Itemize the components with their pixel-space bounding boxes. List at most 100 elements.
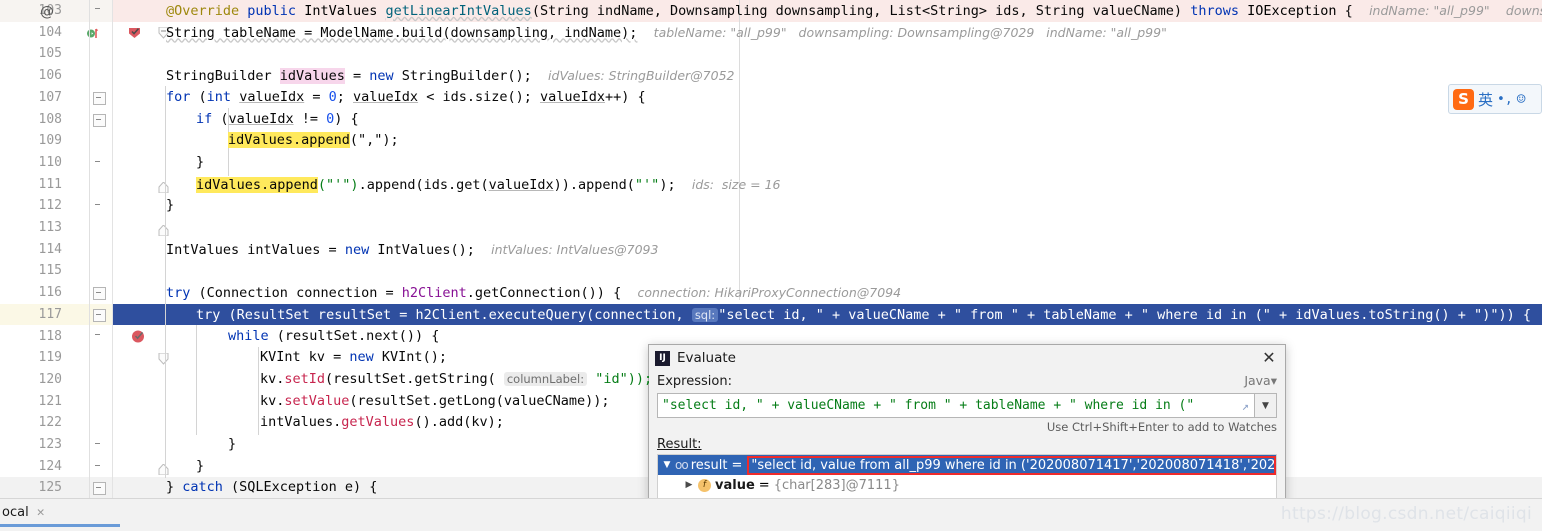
line-number: 116 (38, 285, 62, 301)
run-gutter-icon[interactable] (22, 4, 99, 38)
fold-marker-icon[interactable] (93, 287, 106, 301)
code-line-107[interactable]: 107 for (int valueIdx = 0; valueIdx < id… (0, 87, 1542, 109)
code-line-113[interactable]: 113 (0, 217, 1542, 239)
code-text-123: } (228, 436, 237, 452)
language-label: Java (1244, 373, 1271, 388)
sogou-ime-toolbar[interactable]: S 英 •, ☺ (1448, 84, 1542, 114)
string-object-icon: oo (675, 458, 689, 472)
tree-node-name: result (690, 457, 728, 473)
close-icon[interactable]: ✕ (1260, 349, 1278, 367)
tab-active-underline (0, 524, 120, 527)
fold-marker-icon[interactable] (93, 113, 106, 127)
code-line-109[interactable]: 109 idValues.append(","); (0, 130, 1542, 152)
twisty-collapse-icon[interactable]: ▶ (682, 480, 696, 490)
watch-hint: Use Ctrl+Shift+Enter to add to Watches (1046, 420, 1277, 434)
code-line-115[interactable]: 115 (0, 260, 1542, 282)
expand-editor-icon[interactable]: ↗ (1242, 399, 1249, 413)
expression-input[interactable]: "select id, " + valueCName + " from " + … (657, 393, 1255, 418)
ime-mode-label[interactable]: 英 (1478, 89, 1493, 110)
fold-marker-end-icon[interactable] (93, 461, 169, 497)
code-text-110: } (196, 153, 205, 170)
code-text-118: while (resultSet.next()) { (228, 327, 440, 344)
ime-punctuation-icon[interactable]: •, (1497, 92, 1513, 107)
dialog-body: Expression: Java▾ "select id, " + valueC… (649, 373, 1285, 515)
fold-marker-end-icon[interactable] (93, 439, 169, 476)
tab-close-icon[interactable]: ✕ (37, 505, 45, 520)
fold-marker-icon[interactable] (93, 308, 106, 322)
tree-row-value[interactable]: ▶ f value = {char[283]@7111} (658, 475, 1276, 495)
fold-marker-icon[interactable] (93, 482, 106, 496)
twisty-expand-icon[interactable]: ▼ (660, 460, 674, 470)
breakpoint-verified-icon[interactable] (62, 3, 141, 38)
result-label: Result: (657, 437, 702, 452)
line-number: 123 (38, 437, 62, 452)
indent-guide-2 (196, 325, 197, 435)
code-text-109: idValues.append(","); (228, 132, 399, 149)
override-marker-icon[interactable]: @ (40, 2, 54, 24)
fold-marker-end-icon[interactable] (93, 200, 169, 237)
line-number: 112 (38, 198, 62, 214)
sql-inlay-hint: sql: (691, 307, 719, 322)
sogou-logo-icon[interactable]: S (1453, 88, 1474, 110)
fold-marker-icon[interactable] (93, 91, 106, 105)
code-text-106: StringBuilder idValues = new StringBuild… (166, 68, 735, 85)
breakpoint-verified-icon[interactable] (66, 307, 145, 342)
tree-row-result[interactable]: ▼ oo result = "select id, value from all… (658, 455, 1276, 475)
code-line-117-current[interactable]: 117 try (ResultSet resultSet = h2Client.… (0, 303, 1542, 342)
bottom-tool-window-bar: ocal ✕ https://blog.csdn.net/caiqiiqi (0, 498, 1542, 531)
equals-sign: = (758, 477, 770, 493)
code-text-116: try (Connection connection = h2Client.ge… (166, 285, 902, 302)
line-number: 121 (38, 393, 62, 409)
result-value: "select id, value from all_p99 where id … (751, 457, 1276, 473)
code-text-125: } catch (SQLException e) { (166, 479, 378, 496)
code-text-108: if (valueIdx != 0) { (196, 110, 359, 127)
fold-marker-end-icon[interactable] (93, 157, 169, 194)
tab-local[interactable]: ocal (2, 505, 29, 520)
code-line-110[interactable]: 110 } (0, 152, 1542, 194)
code-text-112: } (166, 197, 175, 214)
dialog-title-bar[interactable]: IJ Evaluate ✕ (649, 345, 1285, 371)
code-text-107: for (int valueIdx = 0; valueIdx < ids.si… (166, 88, 646, 105)
ime-emoji-icon[interactable]: ☺ (1517, 90, 1526, 108)
fold-marker-icon[interactable] (93, 330, 169, 365)
fold-marker-icon[interactable] (93, 4, 169, 39)
code-text-119: KVInt kv = new KVInt(); (260, 349, 447, 366)
line-number: 122 (38, 415, 62, 431)
code-text-124: } (196, 457, 205, 474)
line-number: 111 (38, 176, 62, 192)
expression-history-dropdown[interactable]: ▼ (1255, 393, 1277, 418)
equals-sign: = (731, 457, 743, 473)
dialog-title: Evaluate (677, 350, 736, 366)
debugger-tabs[interactable]: ocal ✕ (0, 499, 45, 525)
code-line-104[interactable]: 104 String tableName = ModelName.build(d… (0, 22, 1542, 44)
code-line-105[interactable]: 105 (0, 43, 1542, 65)
line-number: 105 (38, 46, 62, 62)
code-text-103: @Override public IntValues getLinearIntV… (166, 3, 1542, 19)
intellij-idea-window: 103 @ @Override public IntValues getLine… (0, 0, 1542, 531)
code-line-103[interactable]: 103 @ @Override public IntValues getLine… (0, 0, 1542, 39)
code-line-114[interactable]: 114 IntValues intValues = new IntValues(… (0, 239, 1542, 261)
line-number: 107 (38, 89, 62, 105)
editor-left-border (112, 0, 113, 498)
line-number: 124 (38, 458, 62, 474)
code-line-106[interactable]: 106 StringBuilder idValues = new StringB… (0, 65, 1542, 87)
language-selector[interactable]: Java▾ (1244, 373, 1277, 388)
line-number: 108 (38, 111, 62, 127)
code-text-120: kv.setId(resultSet.getString( columnLabe… (260, 370, 653, 387)
column-label-inlay-hint: columnLabel: (503, 371, 588, 386)
line-number: 117 (38, 306, 62, 322)
code-line-112[interactable]: 112 } (0, 195, 1542, 237)
code-text-117: try (ResultSet resultSet = h2Client.exec… (196, 306, 1531, 323)
line-number: 113 (38, 220, 62, 235)
code-text-122: intValues.getValues().add(kv); (260, 414, 504, 431)
line-number: 109 (38, 133, 62, 149)
code-line-111[interactable]: 111 idValues.append("'").append(ids.get(… (0, 174, 1542, 196)
field-icon: f (698, 478, 711, 492)
code-line-108[interactable]: 108 if (valueIdx != 0) { (0, 109, 1542, 131)
line-number: 119 (38, 350, 62, 366)
code-line-116[interactable]: 116 try (Connection connection = h2Clien… (0, 282, 1542, 304)
line-number: 125 (38, 480, 62, 496)
expression-input-row[interactable]: "select id, " + valueCName + " from " + … (657, 393, 1277, 418)
watermark: https://blog.csdn.net/caiqiiqi (1280, 504, 1532, 524)
line-number: 110 (38, 154, 62, 170)
